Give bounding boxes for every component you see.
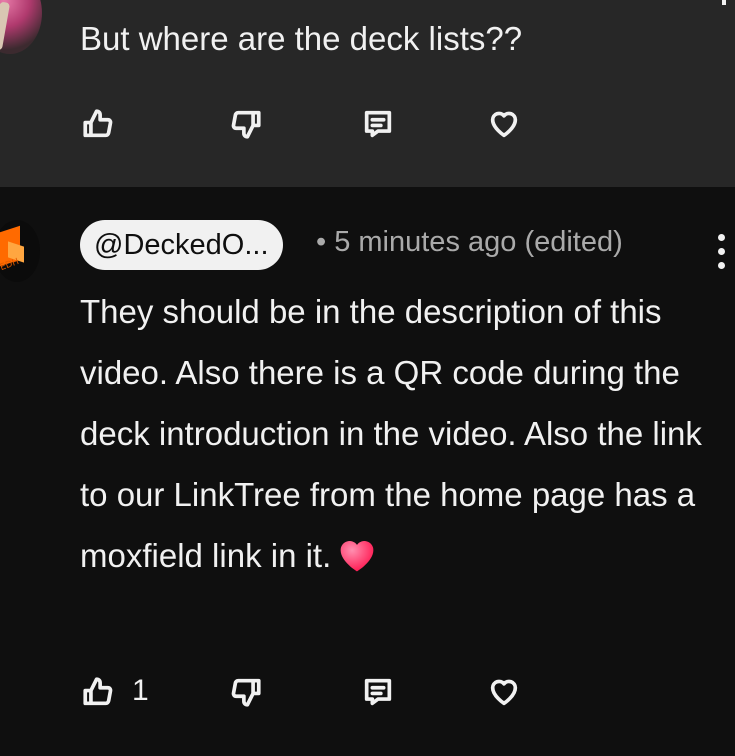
reply-icon (364, 678, 392, 706)
like-count: 1 (132, 674, 149, 707)
reply-text: They should be in the description of thi… (80, 281, 720, 586)
dislike-icon (231, 678, 261, 707)
scrollbar-edge (722, 0, 726, 5)
channel-handle-chip[interactable]: @DeckedO... (80, 220, 283, 270)
reply-icon (364, 110, 392, 138)
comment-actions (0, 98, 735, 158)
dislike-button[interactable] (220, 666, 272, 718)
like-icon (83, 109, 113, 138)
dislike-button[interactable] (220, 98, 272, 150)
heart-icon (490, 679, 518, 706)
like-icon (83, 677, 113, 706)
heart-emoji (340, 541, 374, 572)
reply-button[interactable] (352, 666, 404, 718)
comment-timestamp: • 5 minutes ago (edited) (316, 226, 623, 258)
heart-button[interactable] (478, 98, 530, 150)
more-options-icon[interactable] (712, 234, 732, 274)
reply-text-content: They should be in the description of thi… (80, 293, 702, 574)
like-button[interactable] (72, 666, 124, 718)
comment-text: But where are the deck lists?? (80, 20, 523, 57)
reply-button[interactable] (352, 98, 404, 150)
reply-actions: 1 (0, 666, 735, 726)
heart-icon (490, 111, 518, 138)
heart-button[interactable] (478, 666, 530, 718)
like-button[interactable] (72, 98, 124, 150)
dislike-icon (231, 110, 261, 139)
